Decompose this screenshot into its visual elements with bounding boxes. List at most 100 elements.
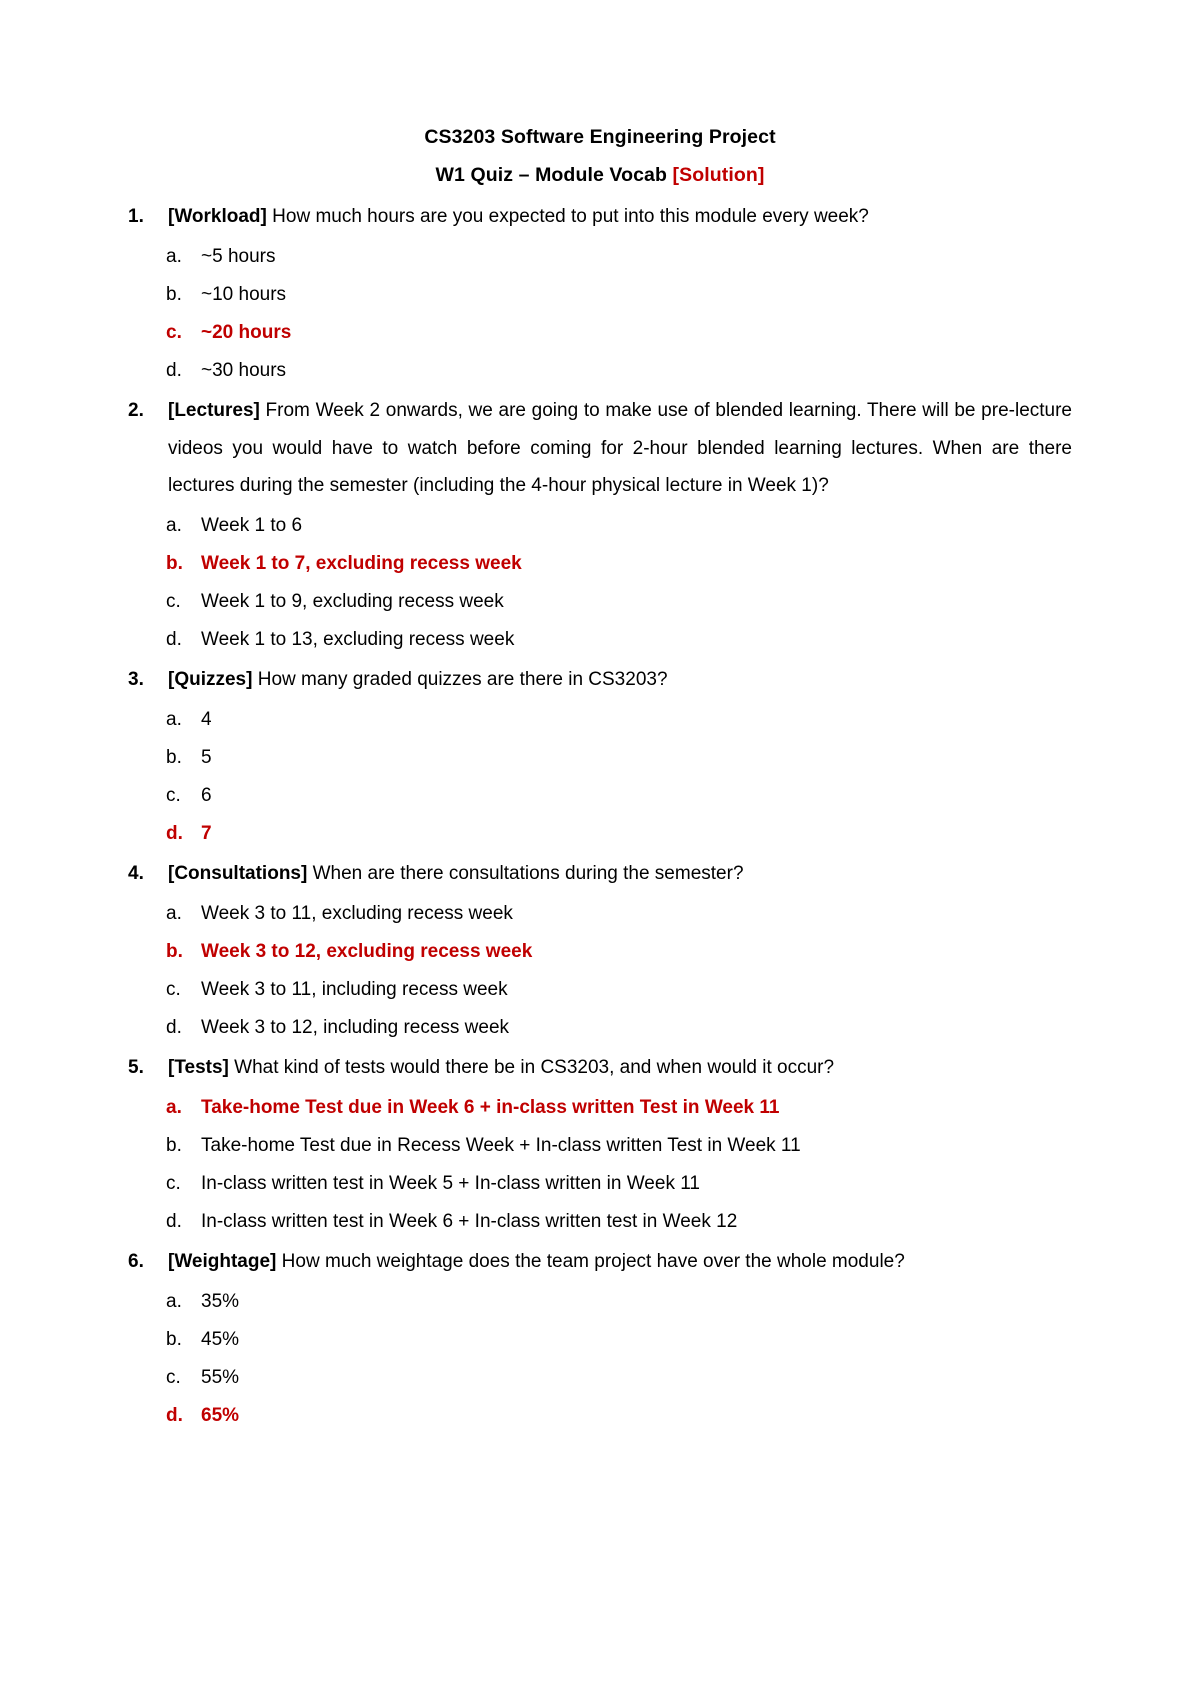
option-correct[interactable]: b. Week 3 to 12, excluding recess week [128, 933, 1072, 971]
question-block: 5. [Tests] What kind of tests would there… [128, 1049, 1072, 1240]
question-text-line: 1. [Workload] How much hours are you expe… [128, 198, 1072, 236]
option-text: 6 [201, 784, 212, 806]
option-text: 35% [201, 1290, 240, 1312]
option-text: Week 1 to 9, excluding recess week [201, 590, 504, 612]
question-block: 4. [Consultations] When are there consult… [128, 855, 1072, 1046]
question-block: 6. [Weightage] How much weightage does th… [128, 1243, 1072, 1434]
question-number: 3. [128, 669, 144, 690]
option-list: a. ~5 hours b. ~10 hours c. ~20 hours d. ~30 ho… [128, 238, 1072, 390]
document-subtitle-text: W1 Quiz – Module Vocab [435, 164, 673, 186]
option-text: ~5 hours [201, 245, 276, 267]
question-text-line: 2. [Lectures] From Week 2 onwards, we are… [128, 392, 1072, 505]
option-text: In-class written test in Week 6 + In-cla… [201, 1210, 738, 1232]
question-list: 1. [Workload] How much hours are you expe… [128, 198, 1072, 1434]
option-text: 7 [201, 822, 212, 844]
option-letter: b. [166, 552, 183, 574]
question-prompt: How much weightage does the team project… [276, 1251, 905, 1272]
option[interactable]: c. In-class written test in Week 5 + In-c… [128, 1165, 1072, 1203]
option-letter: b. [166, 1134, 182, 1156]
option[interactable]: a. Week 3 to 11, excluding recess week [128, 895, 1072, 933]
option-letter: a. [166, 245, 182, 267]
option[interactable]: d. In-class written test in Week 6 + In-c… [128, 1203, 1072, 1241]
option-letter: b. [166, 1328, 182, 1350]
option-text: Week 3 to 11, excluding recess week [201, 902, 513, 924]
question-prompt: When are there consultations during the … [307, 863, 744, 884]
option-letter: c. [166, 321, 182, 343]
option[interactable]: b. 5 [128, 739, 1072, 777]
question-block: 2. [Lectures] From Week 2 onwards, we are… [128, 392, 1072, 658]
option-letter: c. [166, 590, 181, 612]
option[interactable]: d. Week 1 to 13, excluding recess week [128, 621, 1072, 659]
option[interactable]: c. 55% [128, 1359, 1072, 1397]
document-page: CS3203 Software Engineering Project W1 Q… [0, 0, 1200, 1698]
option-letter: a. [166, 708, 182, 730]
option-correct[interactable]: d. 7 [128, 815, 1072, 853]
question-topic-tag: [Weightage] [168, 1251, 277, 1272]
option-text: 55% [201, 1366, 240, 1388]
option[interactable]: c. 6 [128, 777, 1072, 815]
option-text: Take-home Test due in Week 6 + in-class … [201, 1096, 780, 1118]
option-letter: c. [166, 784, 181, 806]
option[interactable]: d. ~30 hours [128, 352, 1072, 390]
option-letter: d. [166, 359, 182, 381]
question-text-line: 6. [Weightage] How much weightage does th… [128, 1243, 1072, 1281]
option-text: 45% [201, 1328, 240, 1350]
option[interactable]: d. Week 3 to 12, including recess week [128, 1009, 1072, 1047]
option-text: Week 3 to 11, including recess week [201, 978, 508, 1000]
question-number: 5. [128, 1057, 144, 1078]
option-list: a. 4 b. 5 c. 6 d. 7 [128, 701, 1072, 853]
option-letter: b. [166, 940, 183, 962]
option-letter: c. [166, 1366, 181, 1388]
question-block: 1. [Workload] How much hours are you expe… [128, 198, 1072, 389]
option[interactable]: a. ~5 hours [128, 238, 1072, 276]
option-correct[interactable]: b. Week 1 to 7, excluding recess week [128, 545, 1072, 583]
question-block: 3. [Quizzes] How many graded quizzes are … [128, 661, 1072, 852]
option-text: Week 1 to 6 [201, 514, 303, 536]
option-letter: d. [166, 1016, 182, 1038]
option-letter: a. [166, 902, 182, 924]
option[interactable]: b. ~10 hours [128, 276, 1072, 314]
question-topic-tag: [Lectures] [168, 400, 260, 421]
option-list: a. Week 1 to 6 b. Week 1 to 7, excluding re… [128, 507, 1072, 659]
question-text-line: 4. [Consultations] When are there consult… [128, 855, 1072, 893]
option-correct[interactable]: a. Take-home Test due in Week 6 + in-clas… [128, 1089, 1072, 1127]
option-text: 5 [201, 746, 212, 768]
option[interactable]: c. Week 1 to 9, excluding recess week [128, 583, 1072, 621]
option[interactable]: b. 45% [128, 1321, 1072, 1359]
question-number: 4. [128, 863, 144, 884]
option-list: a. Week 3 to 11, excluding recess week b. W… [128, 895, 1072, 1047]
option-list: a. 35% b. 45% c. 55% d. 65% [128, 1283, 1072, 1435]
option-text: ~10 hours [201, 283, 287, 305]
option[interactable]: a. Week 1 to 6 [128, 507, 1072, 545]
solution-badge: [Solution] [672, 164, 765, 186]
question-text-line: 3. [Quizzes] How many graded quizzes are … [128, 661, 1072, 699]
option-text: Week 1 to 13, excluding recess week [201, 628, 515, 650]
option-text: 4 [201, 708, 212, 730]
option-letter: a. [166, 1096, 182, 1118]
option-correct[interactable]: c. ~20 hours [128, 314, 1072, 352]
option-text: ~30 hours [201, 359, 287, 381]
option-letter: a. [166, 1290, 182, 1312]
question-number: 2. [128, 400, 144, 421]
option-letter: a. [166, 514, 182, 536]
question-number: 1. [128, 206, 144, 227]
option[interactable]: a. 35% [128, 1283, 1072, 1321]
question-topic-tag: [Tests] [168, 1057, 229, 1078]
option-letter: d. [166, 1404, 183, 1426]
option-correct[interactable]: d. 65% [128, 1397, 1072, 1435]
question-prompt: What kind of tests would there be in CS3… [228, 1057, 835, 1078]
option-text: 65% [201, 1404, 240, 1426]
option-letter: c. [166, 978, 181, 1000]
question-number: 6. [128, 1251, 144, 1272]
question-prompt: From Week 2 onwards, we are going to mak… [168, 400, 1072, 496]
option[interactable]: a. 4 [128, 701, 1072, 739]
question-topic-tag: [Workload] [168, 206, 267, 227]
option-letter: b. [166, 746, 182, 768]
option[interactable]: c. Week 3 to 11, including recess week [128, 971, 1072, 1009]
question-text-line: 5. [Tests] What kind of tests would there… [128, 1049, 1072, 1087]
option-text: Week 3 to 12, including recess week [201, 1016, 510, 1038]
document-title: CS3203 Software Engineering Project [424, 126, 776, 148]
option-list: a. Take-home Test due in Week 6 + in-clas… [128, 1089, 1072, 1241]
question-topic-tag: [Consultations] [168, 863, 308, 884]
option[interactable]: b. Take-home Test due in Recess Week + In… [128, 1127, 1072, 1165]
